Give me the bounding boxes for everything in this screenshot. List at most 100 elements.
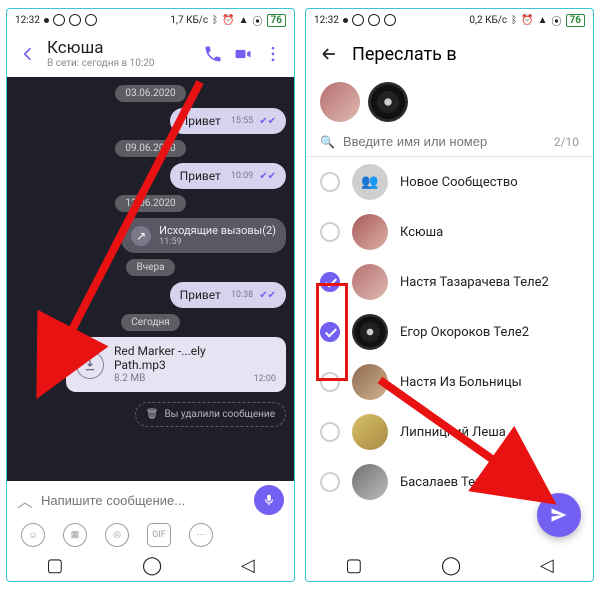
- list-item[interactable]: Ксюша: [306, 207, 593, 257]
- status-icon-1: [352, 14, 364, 26]
- contact-name: Настя Из Больницы: [400, 375, 522, 390]
- message-row[interactable]: Привет 15:55 ✔✔: [15, 108, 286, 134]
- date-pill: 03.06.2020: [115, 85, 185, 102]
- camera-icon[interactable]: ◎: [105, 523, 129, 547]
- selected-chip[interactable]: [320, 82, 360, 122]
- alarm-icon: ⏰: [222, 15, 234, 26]
- signal-icon: ▲: [239, 15, 249, 26]
- status-icon-3: [85, 14, 97, 26]
- search-input[interactable]: [341, 133, 554, 150]
- radio[interactable]: [320, 422, 340, 442]
- bt-icon: ᛒ: [511, 15, 517, 26]
- notif-dot: [343, 18, 348, 23]
- sticker-icon[interactable]: ☺: [21, 523, 45, 547]
- contact-name: Новое Сообщество: [400, 175, 518, 190]
- contact-name: Липницкий Леша: [400, 425, 506, 440]
- back-icon[interactable]: [318, 43, 340, 65]
- forward-header: Переслать в: [306, 31, 593, 77]
- chevron-up-icon[interactable]: ︿: [17, 488, 33, 512]
- avatar: [352, 314, 388, 350]
- check-icon: ✔✔: [259, 290, 276, 301]
- notif-dot: [44, 18, 49, 23]
- clock: 12:32: [314, 15, 339, 26]
- avatar: [352, 464, 388, 500]
- list-item[interactable]: Липницкий Леша: [306, 407, 593, 457]
- group-icon: 👥: [352, 164, 388, 200]
- share-icon[interactable]: [38, 370, 60, 392]
- chat-title[interactable]: Ксюша: [47, 39, 194, 58]
- outgoing-call-icon: ↗: [131, 226, 151, 246]
- home-icon[interactable]: ◯: [142, 557, 162, 575]
- call-icon[interactable]: [202, 43, 224, 65]
- list-item[interactable]: Егор Окороков Теле2: [306, 307, 593, 357]
- back-icon[interactable]: [17, 43, 39, 65]
- call-entry[interactable]: ↗ Исходящие вызовы(2) 11:59: [15, 218, 286, 253]
- msg-time: 10:09: [231, 171, 253, 181]
- battery: 76: [267, 14, 286, 27]
- signal-icon: ▲: [538, 15, 548, 26]
- list-item[interactable]: Настя Из Больницы: [306, 357, 593, 407]
- message-row[interactable]: Привет 10:09 ✔✔: [15, 163, 286, 189]
- back-nav-icon[interactable]: ◁: [540, 557, 554, 575]
- contact-list[interactable]: 👥 Новое Сообщество Ксюша Настя Тазарачев…: [306, 157, 593, 551]
- gif-icon[interactable]: GIF: [147, 523, 171, 547]
- annotation-box: [316, 283, 348, 381]
- selected-chips: [306, 77, 593, 127]
- date-pill: Вчера: [126, 259, 174, 276]
- send-button[interactable]: [537, 493, 581, 537]
- msg-text: Привет: [180, 288, 221, 302]
- avatar: [352, 414, 388, 450]
- file-message[interactable]: Red Marker -...ely Path.mp3 8.2 MB 12:00: [15, 337, 286, 392]
- forward-title: Переслать в: [352, 44, 457, 65]
- contact-name: Настя Тазарачева Теле2: [400, 275, 549, 290]
- home-icon[interactable]: ◯: [441, 557, 461, 575]
- file-size: 8.2 MB: [114, 373, 244, 385]
- more-tools-icon[interactable]: ⋯: [189, 523, 213, 547]
- chat-body[interactable]: 03.06.2020 Привет 15:55 ✔✔ 09.06.2020 Пр…: [7, 77, 294, 481]
- wifi-icon: ⦿: [253, 13, 263, 28]
- gallery-icon[interactable]: ▦: [63, 523, 87, 547]
- data-rate: 0,2 КБ/с: [469, 15, 507, 26]
- deleted-text: Вы удалили сообщение: [164, 409, 275, 420]
- status-icon-2: [368, 14, 380, 26]
- recent-apps-icon[interactable]: ▢: [345, 557, 362, 575]
- selection-counter: 2/10: [554, 135, 579, 149]
- mic-button[interactable]: [254, 485, 284, 515]
- radio[interactable]: [320, 222, 340, 242]
- avatar: [352, 264, 388, 300]
- search-icon: 🔍: [320, 135, 335, 149]
- contact-name: Егор Окороков Теле2: [400, 325, 529, 340]
- avatar: [352, 364, 388, 400]
- list-item[interactable]: Настя Тазарачева Теле2: [306, 257, 593, 307]
- message-row[interactable]: Привет 10:38 ✔✔: [15, 282, 286, 308]
- android-navbar: ▢ ◯ ◁: [306, 551, 593, 581]
- call-label: Исходящие вызовы(2): [159, 224, 276, 237]
- trash-icon: 🗑: [146, 409, 159, 420]
- clock: 12:32: [15, 15, 40, 26]
- more-icon[interactable]: [262, 43, 284, 65]
- deleted-message: 🗑 Вы удалили сообщение: [135, 402, 286, 427]
- radio[interactable]: [320, 172, 340, 192]
- selected-chip[interactable]: [368, 82, 408, 122]
- status-icon-2: [69, 14, 81, 26]
- msg-text: Привет: [180, 169, 221, 183]
- contact-name: Басалаев Тема: [400, 475, 492, 490]
- back-nav-icon[interactable]: ◁: [241, 557, 255, 575]
- date-pill: 09.06.2020: [115, 140, 185, 157]
- status-icon-3: [384, 14, 396, 26]
- message-input[interactable]: [39, 492, 248, 509]
- list-item[interactable]: 👥 Новое Сообщество: [306, 157, 593, 207]
- download-icon[interactable]: [76, 351, 104, 379]
- check-icon: ✔✔: [259, 116, 276, 127]
- call-time: 11:59: [159, 237, 276, 247]
- msg-text: Привет: [180, 114, 221, 128]
- video-icon[interactable]: [232, 43, 254, 65]
- avatar: [352, 214, 388, 250]
- chat-header: Ксюша В сети: сегодня в 10:20: [7, 31, 294, 77]
- recent-apps-icon[interactable]: ▢: [46, 557, 63, 575]
- status-icon-1: [53, 14, 65, 26]
- data-rate: 1,7 КБ/с: [170, 15, 208, 26]
- radio[interactable]: [320, 472, 340, 492]
- composer: ︿: [7, 481, 294, 519]
- bt-icon: ᛒ: [212, 15, 218, 26]
